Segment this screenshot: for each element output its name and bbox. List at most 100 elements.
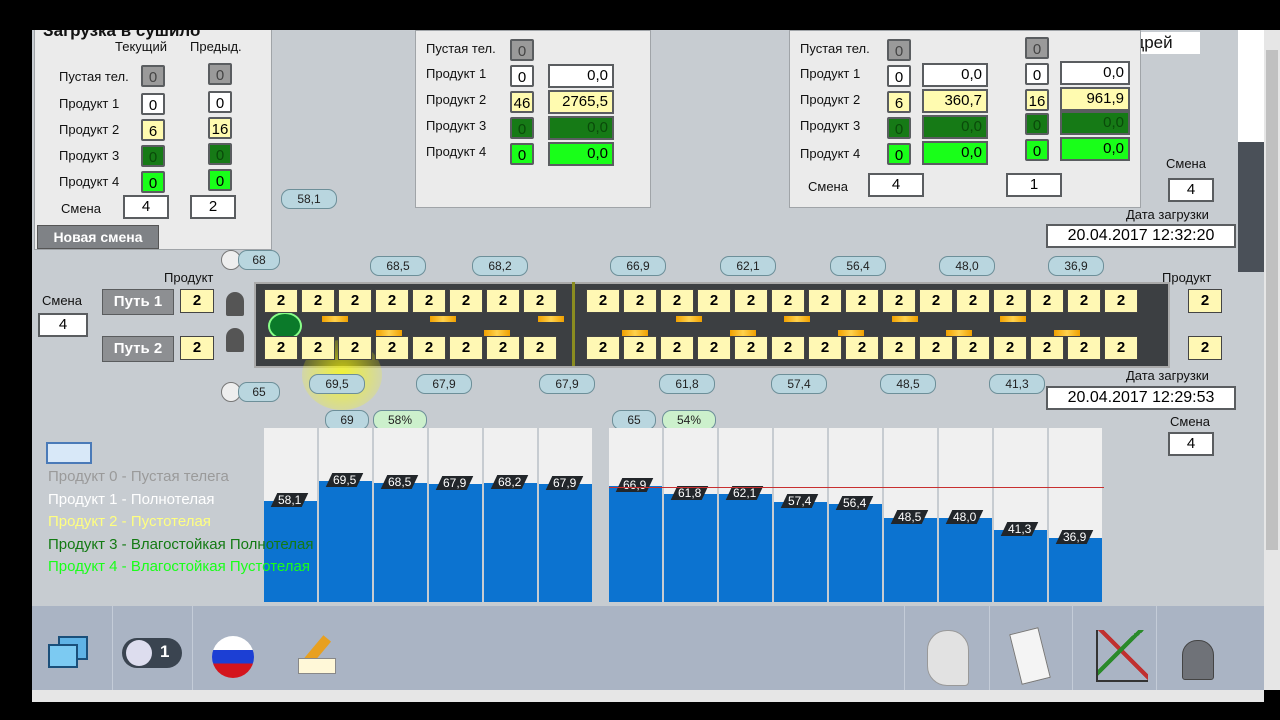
cart-cell[interactable]: 2 xyxy=(264,336,298,360)
cart-cell[interactable]: 2 xyxy=(771,289,805,313)
value-box-b: 961,9 xyxy=(1060,87,1130,111)
cart-cell[interactable]: 2 xyxy=(808,336,842,360)
cart-cell[interactable]: 2 xyxy=(586,336,620,360)
chart-bar-label: 58,1 xyxy=(270,493,309,507)
signal-lamp-icon xyxy=(226,292,244,316)
cart-cell[interactable]: 2 xyxy=(1067,336,1101,360)
cart-cell[interactable]: 2 xyxy=(1030,289,1064,313)
vertical-scrollbar[interactable] xyxy=(1264,30,1280,690)
cart-cell[interactable]: 2 xyxy=(882,336,916,360)
windows-icon[interactable] xyxy=(48,636,88,668)
cart-cell[interactable]: 2 xyxy=(697,336,731,360)
cart-cell[interactable]: 2 xyxy=(734,289,768,313)
bottom-temp-pill: 41,3 xyxy=(989,374,1045,394)
cart-cell[interactable]: 2 xyxy=(375,336,409,360)
trend-chart-icon[interactable] xyxy=(1096,630,1148,682)
value-box-a: 360,7 xyxy=(922,89,988,113)
heater-icon xyxy=(784,316,810,322)
row-label: Продукт 4 xyxy=(59,174,120,189)
humidity-pct-left: 58% xyxy=(373,410,427,430)
count-box-b: 0 xyxy=(1025,37,1049,59)
cart-cell[interactable]: 2 xyxy=(412,289,446,313)
cart-cell[interactable]: 2 xyxy=(301,336,335,360)
chart-bar: 62,1 xyxy=(719,428,772,602)
cart-cell[interactable]: 2 xyxy=(697,289,731,313)
alarm-lamp-icon[interactable] xyxy=(1182,640,1214,680)
cart-cell[interactable]: 2 xyxy=(808,289,842,313)
new-shift-button[interactable]: Новая смена xyxy=(37,225,159,249)
path-2-button[interactable]: Путь 2 xyxy=(102,336,174,362)
shift-current: 4 xyxy=(123,195,169,219)
cart-cell[interactable]: 2 xyxy=(523,336,557,360)
fan-icon[interactable]: 1 xyxy=(122,638,182,668)
cart-cell[interactable]: 2 xyxy=(375,289,409,313)
cart-cell[interactable]: 2 xyxy=(486,289,520,313)
cart-cell[interactable]: 2 xyxy=(882,289,916,313)
cart-cell[interactable]: 2 xyxy=(301,289,335,313)
cart-cell[interactable]: 2 xyxy=(523,289,557,313)
cart-cell[interactable]: 2 xyxy=(1067,289,1101,313)
cart-cell[interactable]: 2 xyxy=(449,289,483,313)
horizontal-scrollbar[interactable] xyxy=(32,690,1264,702)
chart-bar-label: 48,0 xyxy=(945,510,984,524)
kiln-divider xyxy=(572,282,575,366)
path-2-product[interactable]: 2 xyxy=(180,336,214,360)
cart-cell[interactable]: 2 xyxy=(956,289,990,313)
heater-icon xyxy=(376,330,402,336)
cart-cell[interactable]: 2 xyxy=(449,336,483,360)
chart-bar-label-text: 36,9 xyxy=(1063,530,1087,544)
cart-cell[interactable]: 2 xyxy=(734,336,768,360)
cart-cell[interactable]: 2 xyxy=(993,336,1027,360)
shift-bottom-value: 4 xyxy=(1168,432,1214,456)
cart-cell[interactable]: 2 xyxy=(486,336,520,360)
path-1-product[interactable]: 2 xyxy=(180,289,214,313)
cart-cell[interactable]: 2 xyxy=(956,336,990,360)
heater-icon xyxy=(322,316,348,322)
chart-bar: 69,5 xyxy=(319,428,372,602)
cart-cell[interactable]: 2 xyxy=(1104,336,1138,360)
chart-bar-fill xyxy=(774,502,827,602)
top-temp-pill: 62,1 xyxy=(720,256,776,276)
chart-bar-label: 67,9 xyxy=(435,476,474,490)
bottom-temp-pill: 67,9 xyxy=(416,374,472,394)
cart-cell[interactable]: 2 xyxy=(264,289,298,313)
cart-cell[interactable]: 2 xyxy=(1030,336,1064,360)
legend-item: Продукт 2 - Пустотелая xyxy=(48,513,211,530)
chart-bar: 67,9 xyxy=(539,428,592,602)
chart-bar: 36,9 xyxy=(1049,428,1102,602)
chart-bar: 58,1 xyxy=(264,428,317,602)
chart-bar-label: 36,9 xyxy=(1055,530,1094,544)
scroll-thumb[interactable] xyxy=(1266,50,1278,550)
side-temp-top: 68 xyxy=(238,250,280,270)
taskbar: 1 xyxy=(32,606,1264,690)
cart-cell[interactable]: 2 xyxy=(412,336,446,360)
cart-cell[interactable]: 2 xyxy=(623,336,657,360)
chart-bar-label-text: 57,4 xyxy=(788,494,812,508)
cart-cell[interactable]: 2 xyxy=(919,289,953,313)
cart-cell[interactable]: 2 xyxy=(338,289,372,313)
keyboard-icon[interactable] xyxy=(46,442,92,464)
cart-cell[interactable]: 2 xyxy=(338,336,372,360)
cart-cell[interactable]: 2 xyxy=(1104,289,1138,313)
chart-bar: 68,5 xyxy=(374,428,427,602)
cart-cell[interactable]: 2 xyxy=(586,289,620,313)
cart-cell[interactable]: 2 xyxy=(845,289,879,313)
cart-cell[interactable]: 2 xyxy=(845,336,879,360)
cart-cell[interactable]: 2 xyxy=(660,336,694,360)
chart-bar-fill xyxy=(609,486,662,602)
heater-icon xyxy=(892,316,918,322)
russia-flag-icon[interactable] xyxy=(212,636,254,678)
top-temp-pill: 36,9 xyxy=(1048,256,1104,276)
chart-bar-fill xyxy=(884,518,937,602)
cart-cell[interactable]: 2 xyxy=(771,336,805,360)
cart-cell[interactable]: 2 xyxy=(993,289,1027,313)
count-box-b: 16 xyxy=(1025,89,1049,111)
count-box-b: 0 xyxy=(1025,139,1049,161)
path-1-button[interactable]: Путь 1 xyxy=(102,289,174,315)
chart-bar-label: 48,5 xyxy=(890,510,929,524)
pen-icon[interactable] xyxy=(292,634,338,678)
cart-cell[interactable]: 2 xyxy=(660,289,694,313)
cart-cell[interactable]: 2 xyxy=(623,289,657,313)
cloth-icon[interactable] xyxy=(927,630,969,686)
cart-cell[interactable]: 2 xyxy=(919,336,953,360)
